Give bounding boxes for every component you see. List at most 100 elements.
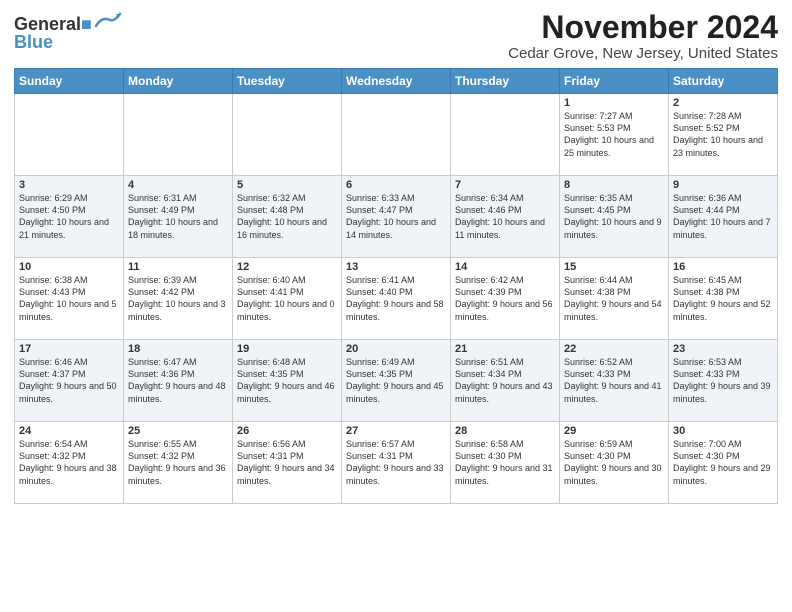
day-number: 25 (128, 425, 228, 437)
table-row: 27Sunrise: 6:57 AM Sunset: 4:31 PM Dayli… (342, 422, 451, 504)
day-info: Sunrise: 6:35 AM Sunset: 4:45 PM Dayligh… (564, 192, 664, 241)
day-info: Sunrise: 6:31 AM Sunset: 4:49 PM Dayligh… (128, 192, 228, 241)
table-row: 11Sunrise: 6:39 AM Sunset: 4:42 PM Dayli… (124, 258, 233, 340)
page-container: General■ Blue November 2024 Cedar Grove,… (0, 0, 792, 512)
day-number: 5 (237, 179, 337, 191)
table-row: 22Sunrise: 6:52 AM Sunset: 4:33 PM Dayli… (560, 340, 669, 422)
col-wednesday: Wednesday (342, 69, 451, 94)
day-info: Sunrise: 6:48 AM Sunset: 4:35 PM Dayligh… (237, 356, 337, 405)
day-number: 23 (673, 343, 773, 355)
calendar-table: Sunday Monday Tuesday Wednesday Thursday… (14, 68, 778, 504)
table-row: 26Sunrise: 6:56 AM Sunset: 4:31 PM Dayli… (233, 422, 342, 504)
table-row: 2Sunrise: 7:28 AM Sunset: 5:52 PM Daylig… (669, 94, 778, 176)
day-number: 26 (237, 425, 337, 437)
table-row: 7Sunrise: 6:34 AM Sunset: 4:46 PM Daylig… (451, 176, 560, 258)
table-row: 20Sunrise: 6:49 AM Sunset: 4:35 PM Dayli… (342, 340, 451, 422)
logo-bird-icon (94, 12, 122, 30)
day-number: 15 (564, 261, 664, 273)
day-number: 24 (19, 425, 119, 437)
col-thursday: Thursday (451, 69, 560, 94)
day-number: 8 (564, 179, 664, 191)
col-saturday: Saturday (669, 69, 778, 94)
calendar-header-row: Sunday Monday Tuesday Wednesday Thursday… (15, 69, 778, 94)
calendar-week-row: 10Sunrise: 6:38 AM Sunset: 4:43 PM Dayli… (15, 258, 778, 340)
table-row: 16Sunrise: 6:45 AM Sunset: 4:38 PM Dayli… (669, 258, 778, 340)
col-tuesday: Tuesday (233, 69, 342, 94)
day-info: Sunrise: 7:28 AM Sunset: 5:52 PM Dayligh… (673, 110, 773, 159)
table-row: 14Sunrise: 6:42 AM Sunset: 4:39 PM Dayli… (451, 258, 560, 340)
day-info: Sunrise: 6:34 AM Sunset: 4:46 PM Dayligh… (455, 192, 555, 241)
logo: General■ Blue (14, 14, 122, 53)
col-friday: Friday (560, 69, 669, 94)
day-info: Sunrise: 6:44 AM Sunset: 4:38 PM Dayligh… (564, 274, 664, 323)
table-row: 4Sunrise: 6:31 AM Sunset: 4:49 PM Daylig… (124, 176, 233, 258)
calendar-week-row: 1Sunrise: 7:27 AM Sunset: 5:53 PM Daylig… (15, 94, 778, 176)
day-number: 22 (564, 343, 664, 355)
table-row: 8Sunrise: 6:35 AM Sunset: 4:45 PM Daylig… (560, 176, 669, 258)
day-number: 7 (455, 179, 555, 191)
col-sunday: Sunday (15, 69, 124, 94)
table-row: 6Sunrise: 6:33 AM Sunset: 4:47 PM Daylig… (342, 176, 451, 258)
day-number: 19 (237, 343, 337, 355)
day-number: 29 (564, 425, 664, 437)
day-number: 18 (128, 343, 228, 355)
day-info: Sunrise: 6:52 AM Sunset: 4:33 PM Dayligh… (564, 356, 664, 405)
table-row (124, 94, 233, 176)
day-number: 9 (673, 179, 773, 191)
day-number: 17 (19, 343, 119, 355)
day-info: Sunrise: 6:29 AM Sunset: 4:50 PM Dayligh… (19, 192, 119, 241)
day-number: 12 (237, 261, 337, 273)
day-number: 6 (346, 179, 446, 191)
page-subtitle: Cedar Grove, New Jersey, United States (508, 45, 778, 62)
day-number: 13 (346, 261, 446, 273)
table-row: 23Sunrise: 6:53 AM Sunset: 4:33 PM Dayli… (669, 340, 778, 422)
header: General■ Blue November 2024 Cedar Grove,… (14, 10, 778, 62)
day-info: Sunrise: 6:32 AM Sunset: 4:48 PM Dayligh… (237, 192, 337, 241)
day-info: Sunrise: 6:55 AM Sunset: 4:32 PM Dayligh… (128, 438, 228, 487)
day-info: Sunrise: 6:47 AM Sunset: 4:36 PM Dayligh… (128, 356, 228, 405)
table-row: 13Sunrise: 6:41 AM Sunset: 4:40 PM Dayli… (342, 258, 451, 340)
table-row: 24Sunrise: 6:54 AM Sunset: 4:32 PM Dayli… (15, 422, 124, 504)
day-number: 30 (673, 425, 773, 437)
table-row: 12Sunrise: 6:40 AM Sunset: 4:41 PM Dayli… (233, 258, 342, 340)
day-info: Sunrise: 6:46 AM Sunset: 4:37 PM Dayligh… (19, 356, 119, 405)
day-info: Sunrise: 6:39 AM Sunset: 4:42 PM Dayligh… (128, 274, 228, 323)
day-number: 10 (19, 261, 119, 273)
day-number: 4 (128, 179, 228, 191)
table-row: 21Sunrise: 6:51 AM Sunset: 4:34 PM Dayli… (451, 340, 560, 422)
table-row: 18Sunrise: 6:47 AM Sunset: 4:36 PM Dayli… (124, 340, 233, 422)
table-row (451, 94, 560, 176)
day-info: Sunrise: 6:59 AM Sunset: 4:30 PM Dayligh… (564, 438, 664, 487)
day-number: 3 (19, 179, 119, 191)
day-info: Sunrise: 6:54 AM Sunset: 4:32 PM Dayligh… (19, 438, 119, 487)
table-row: 30Sunrise: 7:00 AM Sunset: 4:30 PM Dayli… (669, 422, 778, 504)
day-info: Sunrise: 6:49 AM Sunset: 4:35 PM Dayligh… (346, 356, 446, 405)
day-info: Sunrise: 6:58 AM Sunset: 4:30 PM Dayligh… (455, 438, 555, 487)
table-row (15, 94, 124, 176)
day-number: 28 (455, 425, 555, 437)
table-row: 9Sunrise: 6:36 AM Sunset: 4:44 PM Daylig… (669, 176, 778, 258)
day-info: Sunrise: 6:53 AM Sunset: 4:33 PM Dayligh… (673, 356, 773, 405)
day-info: Sunrise: 6:51 AM Sunset: 4:34 PM Dayligh… (455, 356, 555, 405)
day-info: Sunrise: 7:27 AM Sunset: 5:53 PM Dayligh… (564, 110, 664, 159)
table-row: 3Sunrise: 6:29 AM Sunset: 4:50 PM Daylig… (15, 176, 124, 258)
day-info: Sunrise: 6:45 AM Sunset: 4:38 PM Dayligh… (673, 274, 773, 323)
title-block: November 2024 Cedar Grove, New Jersey, U… (508, 10, 778, 62)
table-row (342, 94, 451, 176)
calendar-week-row: 24Sunrise: 6:54 AM Sunset: 4:32 PM Dayli… (15, 422, 778, 504)
page-title: November 2024 (508, 10, 778, 45)
day-info: Sunrise: 6:56 AM Sunset: 4:31 PM Dayligh… (237, 438, 337, 487)
table-row: 25Sunrise: 6:55 AM Sunset: 4:32 PM Dayli… (124, 422, 233, 504)
day-info: Sunrise: 6:57 AM Sunset: 4:31 PM Dayligh… (346, 438, 446, 487)
table-row: 10Sunrise: 6:38 AM Sunset: 4:43 PM Dayli… (15, 258, 124, 340)
day-info: Sunrise: 6:36 AM Sunset: 4:44 PM Dayligh… (673, 192, 773, 241)
table-row: 1Sunrise: 7:27 AM Sunset: 5:53 PM Daylig… (560, 94, 669, 176)
table-row (233, 94, 342, 176)
day-info: Sunrise: 7:00 AM Sunset: 4:30 PM Dayligh… (673, 438, 773, 487)
day-info: Sunrise: 6:42 AM Sunset: 4:39 PM Dayligh… (455, 274, 555, 323)
day-number: 16 (673, 261, 773, 273)
day-number: 11 (128, 261, 228, 273)
day-number: 1 (564, 97, 664, 109)
day-info: Sunrise: 6:33 AM Sunset: 4:47 PM Dayligh… (346, 192, 446, 241)
day-info: Sunrise: 6:41 AM Sunset: 4:40 PM Dayligh… (346, 274, 446, 323)
